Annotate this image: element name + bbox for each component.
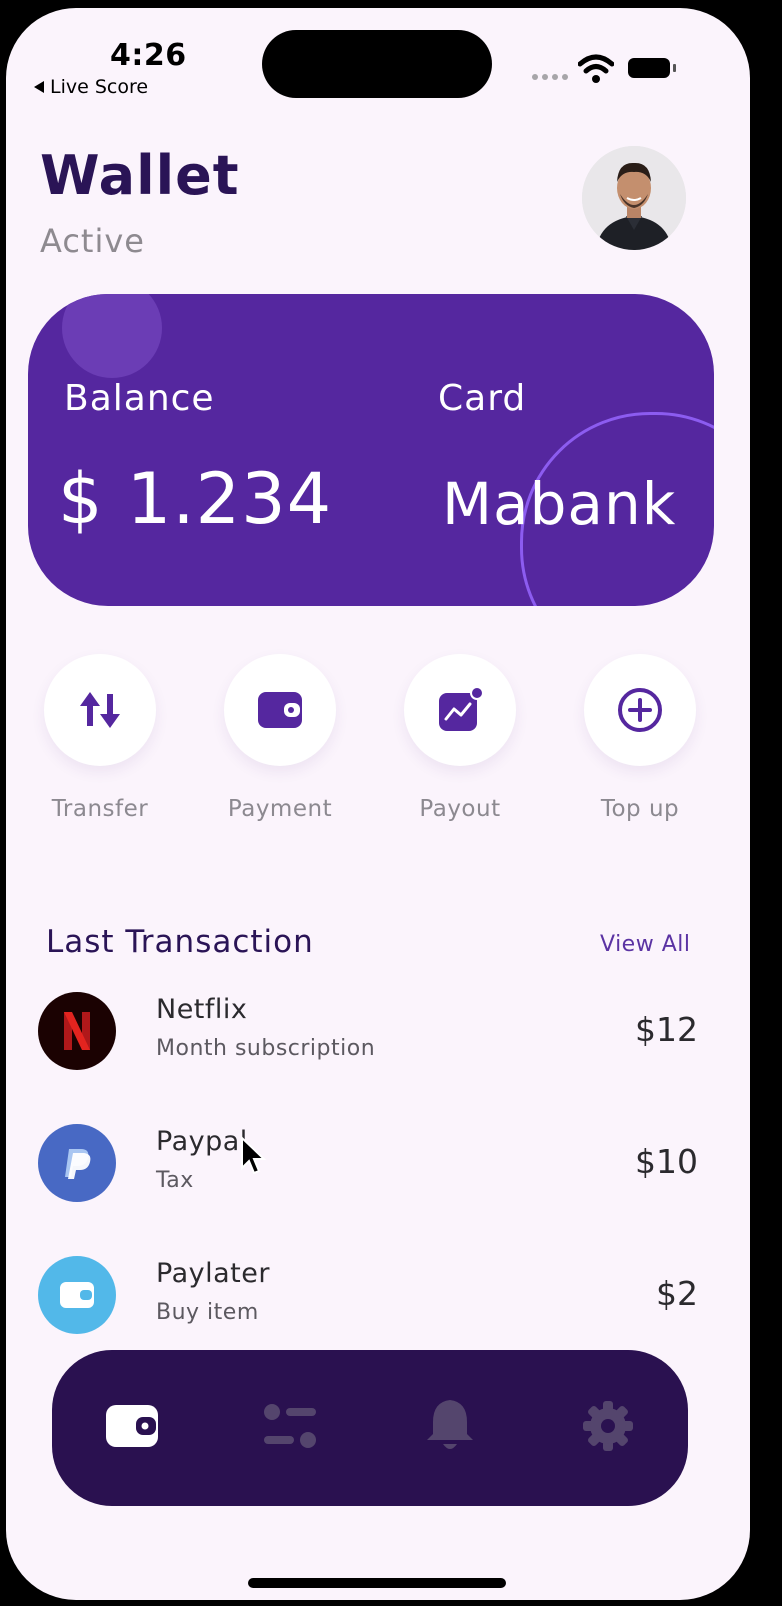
transaction-desc: Month subscription	[156, 1036, 376, 1061]
wifi-icon	[578, 54, 614, 83]
transaction-row[interactable]: Netflix Month subscription $12	[38, 992, 698, 1072]
transaction-desc: Buy item	[156, 1300, 259, 1325]
payment-button[interactable]	[224, 654, 336, 766]
nav-settings[interactable]	[576, 1394, 640, 1458]
back-triangle-icon	[34, 81, 44, 93]
back-app-label: Live Score	[50, 76, 149, 98]
action-label: Top up	[600, 796, 680, 822]
transaction-row[interactable]: Paypal Tax $10	[38, 1124, 698, 1204]
nav-wallet[interactable]	[100, 1394, 164, 1458]
action-label: Payout	[419, 796, 501, 822]
status-time: 4:26	[110, 38, 187, 73]
wallet-icon	[60, 1282, 94, 1308]
back-to-app-link[interactable]: Live Score	[34, 76, 148, 98]
action-payment[interactable]: Payment	[224, 654, 336, 822]
gear-icon	[583, 1401, 633, 1451]
nav-notifications[interactable]	[418, 1394, 482, 1458]
action-label: Payment	[227, 796, 333, 822]
balance-card[interactable]: Balance $ 1.234 Card Mabank	[28, 294, 714, 606]
battery-icon	[628, 58, 676, 78]
payout-button[interactable]	[404, 654, 516, 766]
netflix-logo	[38, 992, 116, 1070]
balance-label: Balance	[64, 378, 215, 419]
action-label: Transfer	[51, 796, 149, 822]
transaction-name: Paylater	[156, 1258, 270, 1289]
page-title: Wallet	[40, 144, 240, 207]
avatar-photo-icon	[582, 146, 686, 250]
home-indicator	[248, 1578, 506, 1588]
wallet-icon	[258, 692, 302, 728]
plus-circle-icon	[618, 688, 662, 732]
transaction-name: Paypal	[156, 1126, 248, 1157]
section-title: Last Transaction	[46, 924, 314, 960]
transfer-button[interactable]	[44, 654, 156, 766]
transaction-row[interactable]: Paylater Buy item $2	[38, 1256, 698, 1336]
paylater-logo	[38, 1256, 116, 1334]
topup-button[interactable]	[584, 654, 696, 766]
transaction-name: Netflix	[156, 994, 248, 1025]
card-bank-name: Mabank	[442, 470, 677, 538]
dynamic-island	[262, 30, 492, 98]
wallet-status: Active	[40, 222, 145, 260]
nav-transactions[interactable]	[258, 1394, 322, 1458]
transaction-amount: $12	[635, 1010, 698, 1049]
chart-icon	[439, 686, 484, 731]
transaction-desc: Tax	[156, 1168, 194, 1193]
avatar[interactable]	[582, 146, 686, 250]
bell-icon	[427, 1400, 473, 1449]
transfer-arrows-icon	[80, 692, 120, 728]
transaction-amount: $2	[656, 1274, 698, 1313]
sliders-icon	[264, 1404, 316, 1448]
action-topup[interactable]: Top up	[584, 654, 696, 822]
action-transfer[interactable]: Transfer	[44, 654, 156, 822]
mouse-cursor-icon	[241, 1136, 267, 1175]
card-label: Card	[438, 378, 527, 419]
action-payout[interactable]: Payout	[404, 654, 516, 822]
wallet-icon	[106, 1405, 158, 1447]
card-decoration-circle	[62, 294, 162, 378]
cellular-signal-icon	[532, 74, 568, 80]
bottom-navigation	[52, 1350, 688, 1506]
paypal-p-icon	[65, 1149, 91, 1179]
phone-screen: 4:26 Live Score Wallet Active Balance $ …	[6, 8, 750, 1600]
balance-value: $ 1.234	[58, 458, 333, 540]
paypal-logo	[38, 1124, 116, 1202]
view-all-link[interactable]: View All	[600, 932, 690, 957]
netflix-n-icon	[64, 1012, 90, 1050]
transaction-amount: $10	[635, 1142, 698, 1181]
